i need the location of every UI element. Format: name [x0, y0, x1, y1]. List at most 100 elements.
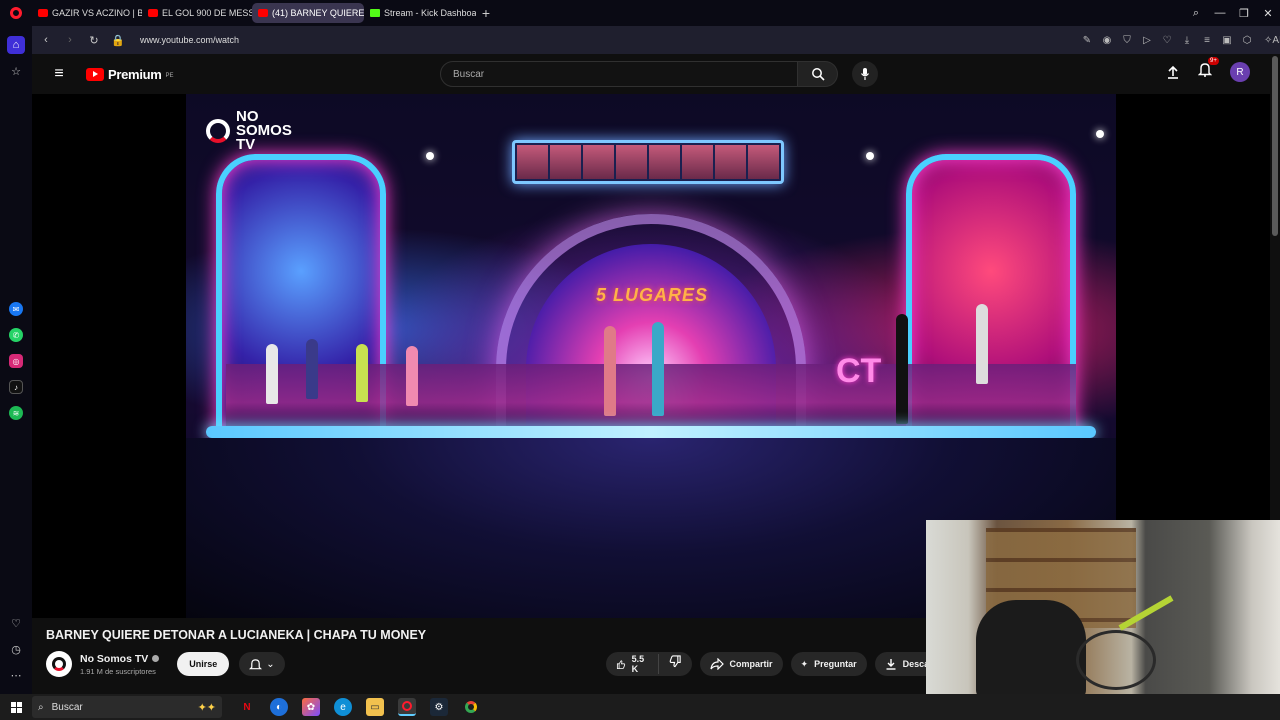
menu-icon[interactable]: ≡	[1200, 35, 1214, 46]
watermark-logo-icon	[206, 119, 230, 143]
channel-name: No Somos TV	[80, 652, 149, 665]
minimize-icon[interactable]: —	[1208, 7, 1232, 19]
chevron-down-icon: ⌄	[266, 658, 275, 670]
like-button[interactable]: 5.5 K	[606, 654, 659, 674]
stage-floor	[226, 364, 1076, 428]
stage-sign: 5 LUGARES	[595, 284, 709, 305]
channel-row: No Somos TV 1.91 M de suscriptores Unirs…	[46, 650, 937, 678]
new-tab-button[interactable]: +	[476, 3, 496, 23]
stage-edge-light	[206, 426, 1096, 438]
heart-icon[interactable]: ♡	[7, 614, 25, 632]
camera-icon[interactable]: ◉	[1100, 35, 1114, 46]
browser-tab-strip: GAZIR VS ACZINO | Batall EL GOL 900 DE M…	[0, 0, 1280, 26]
upload-icon[interactable]	[1166, 65, 1180, 79]
folder-icon[interactable]: ▭	[366, 698, 384, 716]
channel-watermark: NO SOMOS TV	[206, 109, 306, 152]
url-field[interactable]: www.youtube.com/watch	[140, 35, 239, 45]
like-dislike-group: 5.5 K	[606, 652, 692, 676]
youtube-play-icon	[86, 67, 104, 81]
windows-logo-icon	[10, 701, 22, 713]
tab-search-icon[interactable]: ⌕	[1184, 7, 1208, 20]
host-figure	[652, 322, 664, 416]
messenger-icon[interactable]: ✉	[9, 302, 23, 316]
join-button[interactable]: Unirse	[177, 652, 230, 676]
ai-label: AI	[1272, 34, 1280, 46]
shield-icon[interactable]: ⛉	[1120, 35, 1134, 46]
forward-icon[interactable]: ›	[62, 34, 78, 46]
voice-search-button[interactable]	[852, 61, 878, 87]
reload-icon[interactable]: ↻	[86, 34, 102, 47]
guest-figure	[406, 346, 418, 406]
close-icon[interactable]: ✕	[1256, 7, 1280, 20]
opera-taskbar-icon[interactable]	[398, 698, 416, 716]
opera-sidebar: ⌂ ☆ ✉ ✆ ◎ ♪ ≋ ♡ ◷ ⋯	[0, 26, 32, 694]
video-title: BARNEY QUIERE DETONAR A LUCIANEKA | CHAP…	[46, 628, 427, 642]
page-scrollbar[interactable]	[1272, 56, 1278, 236]
app-icon[interactable]: ◐	[270, 698, 288, 716]
search-input[interactable]: Buscar	[440, 61, 798, 87]
microphone-icon	[861, 68, 869, 80]
instagram-icon[interactable]: ◎	[9, 354, 23, 368]
hamburger-menu-icon[interactable]: ≡	[32, 65, 86, 83]
notifications-button[interactable]: 9+	[1197, 57, 1219, 82]
youtube-header: ≡ Premium PE Buscar 9+ R	[32, 54, 1280, 94]
player-icon[interactable]: ▷	[1140, 35, 1154, 46]
edge-icon[interactable]: e	[334, 698, 352, 716]
whatsapp-icon[interactable]: ✆	[9, 328, 23, 342]
region-code: PE	[165, 72, 174, 79]
opera-logo[interactable]	[0, 0, 32, 26]
thumbs-down-icon	[669, 655, 681, 668]
avatar[interactable]: R	[1230, 62, 1250, 82]
guest-figure	[306, 339, 318, 399]
taskbar-search[interactable]: ⌕ Buscar ✦✦	[32, 696, 222, 718]
ai-button[interactable]: ✧AI	[1260, 33, 1280, 48]
restore-icon[interactable]: ❐	[1232, 7, 1256, 20]
edit-icon[interactable]: ✎	[1080, 35, 1094, 46]
home-icon[interactable]: ⌂	[7, 36, 25, 54]
more-icon[interactable]: ⋯	[7, 666, 25, 684]
stage-screens	[512, 140, 784, 184]
bookmark-icon[interactable]: ☆	[7, 62, 25, 80]
netflix-icon[interactable]: N	[238, 698, 256, 716]
tab-gazir[interactable]: GAZIR VS ACZINO | Batall	[32, 3, 142, 23]
heart-icon[interactable]: ♡	[1160, 35, 1174, 46]
start-button[interactable]	[0, 701, 32, 713]
bell-icon	[249, 658, 263, 669]
search-icon: ⌕	[38, 701, 44, 713]
dislike-button[interactable]	[659, 655, 692, 673]
like-count: 5.5 K	[631, 654, 645, 674]
copilot-icon[interactable]: ✿	[302, 698, 320, 716]
history-icon[interactable]: ◷	[7, 640, 25, 658]
tab-label: EL GOL 900 DE MESSI NO	[162, 8, 252, 18]
guest-figure	[896, 314, 908, 424]
search-button[interactable]	[798, 61, 838, 87]
subscription-bell-button[interactable]: ⌄	[239, 652, 285, 676]
lock-icon: 🔒	[111, 34, 125, 47]
spotify-icon[interactable]: ≋	[9, 406, 23, 420]
chrome-icon[interactable]	[462, 698, 480, 716]
tab-label: Stream - Kick Dashboard	[384, 8, 476, 18]
steam-icon[interactable]: ⚙	[430, 698, 448, 716]
youtube-favicon-icon	[148, 9, 158, 17]
tab-messi[interactable]: EL GOL 900 DE MESSI NO	[142, 3, 252, 23]
cube-icon[interactable]: ⬡	[1240, 35, 1254, 46]
host-figure	[604, 326, 616, 416]
tab-label: (41) BARNEY QUIERE DET	[272, 8, 364, 18]
search-highlight-icon: ✦✦	[197, 701, 216, 714]
tab-kick[interactable]: Stream - Kick Dashboard	[364, 3, 476, 23]
webcam-overlay	[926, 520, 1280, 696]
channel-avatar[interactable]	[46, 651, 72, 677]
tab-label: GAZIR VS ACZINO | Batall	[52, 8, 142, 18]
tab-barney[interactable]: (41) BARNEY QUIERE DET	[252, 3, 364, 23]
back-icon[interactable]: ‹	[38, 34, 54, 46]
tiktok-icon[interactable]: ♪	[9, 380, 23, 394]
channel-name-wrap[interactable]: No Somos TV	[80, 652, 160, 665]
share-label: Compartir	[729, 659, 773, 669]
spotlight	[1096, 130, 1104, 138]
ct-sign: CT	[836, 352, 882, 390]
ask-button[interactable]: ✦ Preguntar	[790, 652, 867, 676]
share-button[interactable]: Compartir	[699, 652, 783, 676]
download-icon[interactable]: ⤓	[1180, 35, 1194, 46]
wallet-icon[interactable]: ▣	[1220, 35, 1234, 46]
youtube-logo[interactable]: Premium PE	[86, 67, 174, 82]
